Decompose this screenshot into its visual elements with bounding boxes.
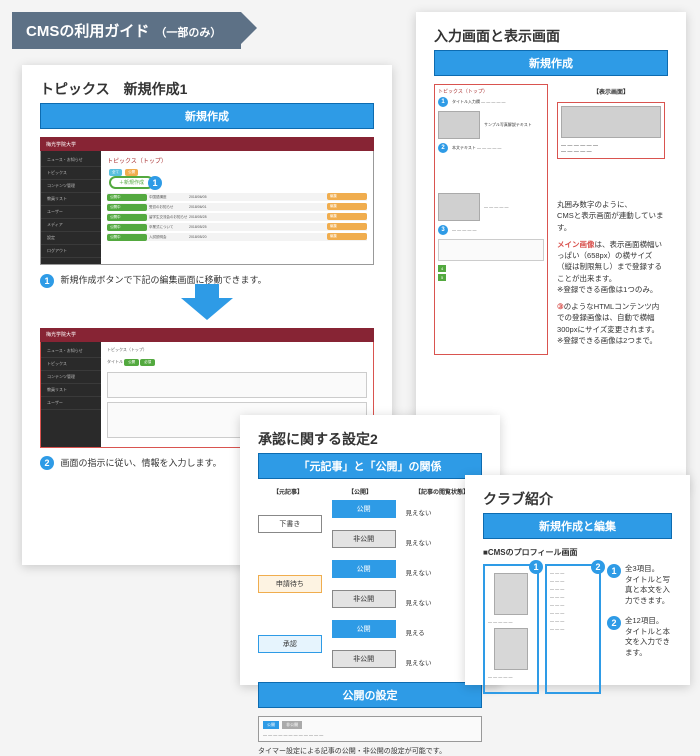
relation-grid: 下書き 公開 見えない 非公開 見えない 申請待ち 公開 見えない 非公開 見え… xyxy=(258,500,482,674)
display-preview: ― ― ― ― ― ―― ― ― ― ― xyxy=(557,102,665,159)
red-label: メイン画像 xyxy=(557,240,595,249)
note-text: ③のようなHTMLコンテンツ内での登録画像は、自動で横幅300pxにサイズ変更さ… xyxy=(557,301,665,346)
callout-1-icon: 1 xyxy=(529,560,543,574)
page-title: クラブ紹介 xyxy=(483,489,672,509)
profile-col-1: 1 ― ― ― ― ― ― ― ― ― ― xyxy=(483,564,539,694)
cms-content-title: トピックス（トップ） xyxy=(107,347,367,353)
callout-icon: 3 xyxy=(438,225,448,235)
timer-panel: 公開 非公開 ― ― ― ― ― ― ― ― ― ― ― ― xyxy=(258,716,482,742)
note-text: メイン画像は、表示画面横幅いっぱい（658px）の横サイズ（縦は制限無し）まで登… xyxy=(557,239,665,295)
cms-screenshot-1: 梅光学院大学 ニュース・お知らせ トピックス コンテンツ管理 教員リスト ユーザ… xyxy=(40,137,374,265)
sidebar-item: ニュース・お知らせ xyxy=(41,345,101,358)
cms-table: 公開中中国語講座2018/06/05編集複製削除公開中受賞のお知らせ2018/0… xyxy=(107,193,367,241)
pub-box: 非公開 xyxy=(332,530,396,548)
sidebar-item: トピックス xyxy=(41,358,101,371)
callout-icon: 2 xyxy=(438,143,448,153)
callout-1-icon: 1 xyxy=(148,176,162,190)
field-label: タイトル xyxy=(107,359,123,364)
tab-chip: 非公開 xyxy=(282,721,302,729)
section-bar: 新規作成 xyxy=(40,103,374,129)
page-title: トピックス 新規作成1 xyxy=(40,79,374,99)
display-panel: 【表示画面】 ― ― ― ― ― ―― ― ― ― ― 丸囲み数字のように、 C… xyxy=(554,84,668,355)
cms-sidebar: ニュース・お知らせ トピックス コンテンツ管理 教員リスト ユーザー メディア … xyxy=(41,138,101,264)
table-row: 公開中入試説明会2018/05/20編集複製削除 xyxy=(107,233,367,241)
status-tag: 公開 xyxy=(124,359,139,366)
callout-2-icon: 2 xyxy=(591,560,605,574)
section-bar: 「元記事」と「公開」の関係 xyxy=(258,453,482,479)
callout-2-icon: 2 xyxy=(607,616,621,630)
pub-box: 公開 xyxy=(332,560,396,578)
state-box-draft: 下書き xyxy=(258,515,322,533)
club-notes: 1 全3項目。 タイトルと写真と本文を入力できます。 2 全12項目。 タイトル… xyxy=(607,564,672,694)
image-thumb xyxy=(561,106,661,138)
note-text: 丸囲み数字のように、 CMSと表示画面が連動しています。 xyxy=(557,199,665,233)
panel-title: トピックス（トップ） xyxy=(438,88,544,95)
sidebar-item: 設定 xyxy=(41,232,101,245)
sidebar-item: トピックス xyxy=(41,167,101,180)
page-club: クラブ紹介 新規作成と編集 ■CMSのプロフィール画面 1 ― ― ― ― ― … xyxy=(465,475,690,685)
section-bar: 公開の設定 xyxy=(258,682,482,708)
page-title: 承認に関する設定2 xyxy=(258,429,482,449)
editor-textarea xyxy=(438,239,544,261)
ribbon-main: CMSの利用ガイド xyxy=(26,20,149,41)
portrait-thumb xyxy=(494,573,528,615)
sidebar-item: ユーザー xyxy=(41,397,101,410)
sidebar-item: コンテンツ管理 xyxy=(41,371,101,384)
panel-title: 【表示画面】 xyxy=(557,87,665,96)
image-thumb xyxy=(438,111,480,139)
pub-box: 非公開 xyxy=(332,650,396,668)
status-tag: 必須 xyxy=(140,359,155,366)
note-item: 2 全12項目。 タイトルと本文を入力できます。 xyxy=(607,616,672,658)
tab-chip: 公開 xyxy=(263,721,279,729)
callout-icon: 4 xyxy=(438,265,446,272)
pub-box: 公開 xyxy=(332,620,396,638)
sidebar-item: ニュース・お知らせ xyxy=(41,154,101,167)
column-headers: 【元記事】 【公開】 【記事の閲覧状態】 xyxy=(258,487,482,496)
callout-icon: 5 xyxy=(438,274,446,281)
sidebar-item: ログアウト xyxy=(41,245,101,258)
table-row: 公開中卒業式について2018/05/25編集複製削除 xyxy=(107,223,367,231)
cms-content-title: トピックス（トップ） xyxy=(107,156,367,165)
input-panel: トピックス（トップ） 1タイトル入力欄 ― ― ― ― ― サンプル写真解説テキ… xyxy=(434,84,548,355)
editor-textarea xyxy=(107,372,367,398)
sidebar-item: 教員リスト xyxy=(41,193,101,206)
callout-1-icon: 1 xyxy=(607,564,621,578)
arrow-down-icon xyxy=(181,298,233,320)
ribbon-sub: （一部のみ） xyxy=(155,24,221,40)
timer-note: タイマー設定による記事の公開・非公開の設定が可能です。 xyxy=(258,746,482,756)
subtitle: ■CMSのプロフィール画面 xyxy=(483,547,672,558)
callout-1-icon: 1 xyxy=(40,274,54,288)
callout-icon: 1 xyxy=(438,97,448,107)
note-item: 1 全3項目。 タイトルと写真と本文を入力できます。 xyxy=(607,564,672,606)
state-box-pending: 申請待ち xyxy=(258,575,322,593)
cms-main: トピックス（トップ） 全て 公開 ＋新規作成 1 公開中中国語講座2018/06… xyxy=(101,138,373,264)
cms-header: 梅光学院大学 xyxy=(40,328,374,342)
cms-brand: 梅光学院大学 xyxy=(46,331,76,338)
cms-brand: 梅光学院大学 xyxy=(46,141,76,148)
page-approval: 承認に関する設定2 「元記事」と「公開」の関係 【元記事】 【公開】 【記事の閲… xyxy=(240,415,500,685)
filter-chip: 公開 xyxy=(125,169,138,176)
new-create-button[interactable]: ＋新規作成 1 xyxy=(109,176,154,189)
image-thumb xyxy=(438,193,480,221)
ribbon-title: CMSの利用ガイド （一部のみ） xyxy=(12,12,241,49)
profile-col-2: 2 ― ― ―― ― ―― ― ―― ― ―― ― ―― ― ―― ― ―― ―… xyxy=(545,564,601,694)
sidebar-item: メディア xyxy=(41,219,101,232)
pub-box: 公開 xyxy=(332,500,396,518)
sidebar-item: 教員リスト xyxy=(41,384,101,397)
pub-box: 非公開 xyxy=(332,590,396,608)
state-box-approved: 承認 xyxy=(258,635,322,653)
portrait-thumb xyxy=(494,628,528,670)
section-bar: 新規作成 xyxy=(434,50,668,76)
cms-sidebar: ニュース・お知らせ トピックス コンテンツ管理 教員リスト ユーザー xyxy=(41,329,101,447)
table-row: 公開中留学生交流会のお知らせ2018/05/28編集複製削除 xyxy=(107,213,367,221)
red-label: ③ xyxy=(557,302,564,311)
page-title: 入力画面と表示画面 xyxy=(434,26,668,46)
filter-chip: 全て xyxy=(109,169,122,176)
section-bar: 新規作成と編集 xyxy=(483,513,672,539)
table-row: 公開中受賞のお知らせ2018/06/01編集複製削除 xyxy=(107,203,367,211)
callout-2-icon: 2 xyxy=(40,456,54,470)
table-row: 公開中中国語講座2018/06/05編集複製削除 xyxy=(107,193,367,201)
sidebar-item: コンテンツ管理 xyxy=(41,180,101,193)
sidebar-item: ユーザー xyxy=(41,206,101,219)
